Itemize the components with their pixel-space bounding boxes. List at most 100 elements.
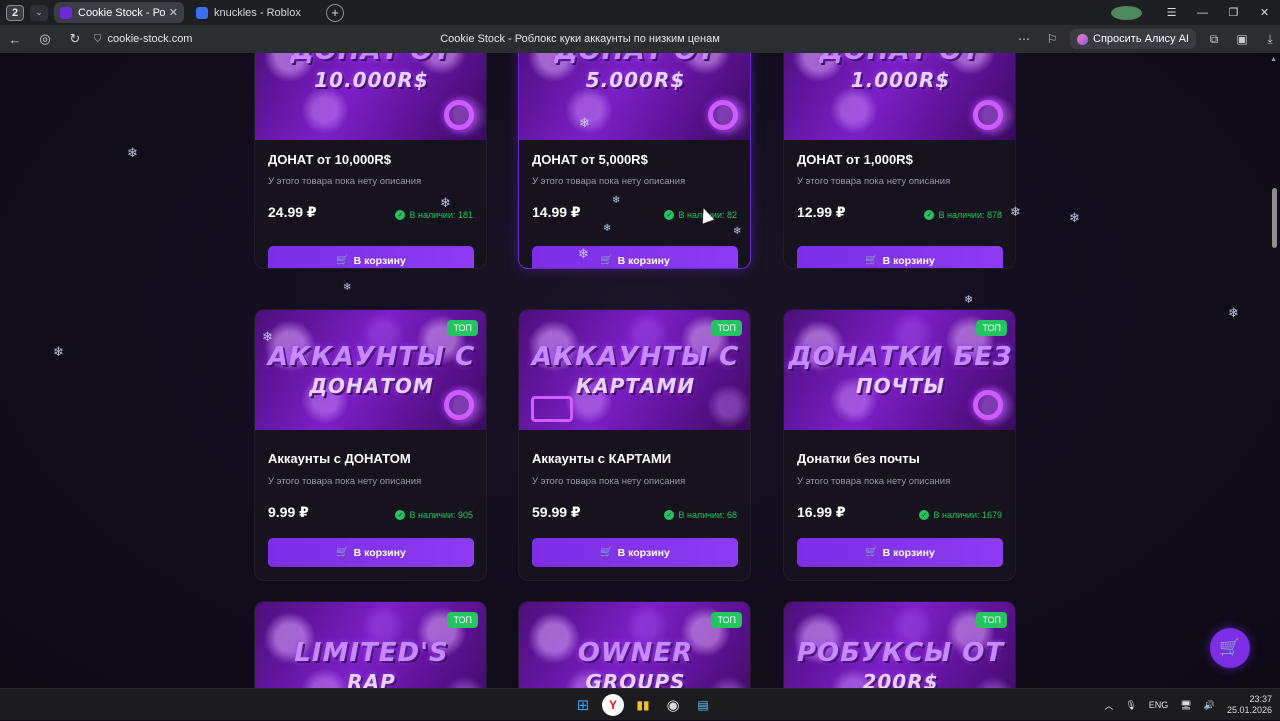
product-card[interactable]: ДОНАТ ОТ 10.000R$ ДОНАТ от 10,000R$ У эт… <box>254 53 487 269</box>
scrollbar-thumb[interactable] <box>1272 188 1277 248</box>
product-description: У этого товара пока нету описания <box>268 176 422 187</box>
banner-line-1: ДОНАТ ОТ <box>255 53 486 66</box>
product-banner: ДОНАТ ОТ 10.000R$ <box>255 53 486 140</box>
robux-icon <box>444 390 474 420</box>
more-icon[interactable]: ⋯ <box>1014 32 1034 46</box>
product-banner: АККАУНТЫ С КАРТАМИ ТОП <box>519 310 750 430</box>
close-window-icon[interactable]: ✕ <box>1249 6 1280 19</box>
tab-title: Cookie Stock - Роблокс <box>78 6 165 19</box>
window-controls: ☰ — ❐ ✕ <box>1111 0 1280 25</box>
check-icon: ✓ <box>664 210 675 220</box>
banner-line-1: ДОНАТКИ БЕЗ <box>788 342 1013 372</box>
collections-icon[interactable]: ▣ <box>1232 32 1252 46</box>
back-arrow-icon[interactable]: ← <box>0 32 30 47</box>
product-price: 59.99 ₽ <box>532 504 581 520</box>
address-bar-actions: ⋯ ⚐ Спросить Алису AI ⧉ ▣ ⤓ <box>1014 25 1280 53</box>
yandex-browser-icon[interactable]: Y <box>602 694 624 716</box>
reload-icon[interactable]: ↻ <box>60 31 90 47</box>
cart-icon: 🛒 <box>600 255 613 266</box>
page-scrollbar[interactable] <box>1272 58 1277 688</box>
product-card[interactable]: ДОНАТКИ БЕЗ ПОЧТЫ ТОП Донатки без почты … <box>783 309 1016 581</box>
notepad-icon[interactable]: ▤ <box>692 694 714 716</box>
profile-avatar[interactable] <box>1111 5 1142 20</box>
restore-icon[interactable]: ❐ <box>1218 6 1249 19</box>
product-price: 16.99 ₽ <box>797 504 846 520</box>
language-indicator[interactable]: ENG <box>1149 700 1169 710</box>
clock[interactable]: 23:37 25.01.2026 <box>1227 694 1272 716</box>
banner-line-1: OWNER <box>577 638 694 668</box>
tabs-dropdown-icon[interactable]: ⌄ <box>30 4 48 21</box>
menu-icon[interactable]: ☰ <box>1156 6 1187 19</box>
product-card[interactable]: OWNER GROUPS ТОП <box>518 601 751 688</box>
tab-count-button[interactable]: 2 <box>6 4 24 21</box>
browser-tab-strip: 2 ⌄ Cookie Stock - Роблокс ✕ knuckles - … <box>0 0 1280 25</box>
robux-icon <box>973 100 1003 130</box>
tab-cookie-stock[interactable]: Cookie Stock - Роблокс ✕ <box>54 2 184 23</box>
new-tab-button[interactable]: + <box>326 3 344 22</box>
top-badge: ТОП <box>976 612 1007 628</box>
product-description: У этого товара пока нету описания <box>268 476 422 487</box>
robux-icon <box>444 100 474 130</box>
add-to-cart-button[interactable]: 🛒 В корзину <box>532 538 738 567</box>
app-bars-icon[interactable]: ▮▮ <box>632 694 654 716</box>
microphone-icon[interactable]: 🎙 <box>1125 700 1136 711</box>
windows-start-icon[interactable]: ⊞ <box>572 694 594 716</box>
lock-icon: ⛉ <box>94 33 102 45</box>
tab-roblox[interactable]: knuckles - Roblox <box>190 2 318 23</box>
obs-icon[interactable]: ◉ <box>662 694 684 716</box>
snowflake-icon: ❄ <box>1069 210 1080 225</box>
top-badge: ТОП <box>447 320 478 336</box>
stock-status: ✓ В наличии: 68 <box>664 510 737 520</box>
system-tray: ︿ 🎙 ENG 🖥 🔊 23:37 25.01.2026 <box>1104 689 1272 721</box>
product-price: 14.99 ₽ <box>532 204 581 220</box>
minimize-icon[interactable]: — <box>1187 7 1218 19</box>
volume-icon[interactable]: 🔊 <box>1204 700 1215 711</box>
button-label: В корзину <box>882 254 935 267</box>
time: 23:37 <box>1249 694 1272 704</box>
button-label: В корзину <box>617 254 670 267</box>
add-to-cart-button[interactable]: 🛒 В корзину <box>268 246 474 268</box>
floating-cart-button[interactable]: 🛒 <box>1210 628 1250 668</box>
product-title: Аккаунты с КАРТАМИ <box>532 451 672 466</box>
taskbar-apps: ⊞ Y ▮▮ ◉ ▤ <box>572 694 714 716</box>
top-badge: ТОП <box>711 320 742 336</box>
product-card[interactable]: РОБУКСЫ ОТ 200R$ ТОП <box>783 601 1016 688</box>
bookmark-icon[interactable]: ⚐ <box>1042 32 1062 46</box>
product-card[interactable]: АККАУНТЫ С ДОНАТОМ ТОП Аккаунты с ДОНАТО… <box>254 309 487 581</box>
product-title: Аккаунты с ДОНАТОМ <box>268 451 411 466</box>
stock-status: ✓ В наличии: 1679 <box>919 510 1002 520</box>
snowflake-icon: ❄ <box>603 223 612 234</box>
check-icon: ✓ <box>395 510 406 520</box>
url-text: cookie-stock.com <box>107 33 193 45</box>
product-card[interactable]: ДОНАТ ОТ 1.000R$ ДОНАТ от 1,000R$ У этог… <box>783 53 1016 269</box>
tray-chevron-icon[interactable]: ︿ <box>1104 699 1113 712</box>
add-to-cart-button[interactable]: 🛒 В корзину <box>268 538 474 567</box>
product-price: 12.99 ₽ <box>797 204 846 220</box>
close-tab-icon[interactable]: ✕ <box>169 6 178 19</box>
banner-line-2: 200R$ <box>862 670 939 688</box>
top-badge: ТОП <box>711 612 742 628</box>
snowflake-icon: ❄ <box>1010 204 1021 219</box>
product-banner: РОБУКСЫ ОТ 200R$ ТОП <box>784 602 1015 688</box>
network-icon[interactable]: 🖥 <box>1180 700 1191 711</box>
add-to-cart-button[interactable]: 🛒 В корзину <box>532 246 738 268</box>
product-card[interactable]: LIMITED'S RAP ТОП <box>254 601 487 688</box>
stock-text: В наличии: 878 <box>938 210 1002 220</box>
protect-icon[interactable]: ◎ <box>30 31 60 47</box>
banner-line-1: АККАУНТЫ С <box>267 342 476 372</box>
snowflake-icon: ❄ <box>127 145 138 160</box>
address-bar: ← ◎ ↻ ⛉ cookie-stock.com Cookie Stock - … <box>0 25 1280 53</box>
add-to-cart-button[interactable]: 🛒 В корзину <box>797 538 1003 567</box>
product-title: ДОНАТ от 1,000R$ <box>797 152 913 167</box>
banner-line-1: ДОНАТ ОТ <box>784 53 1015 66</box>
product-card[interactable]: ДОНАТ ОТ 5.000R$ ДОНАТ от 5,000R$ У этог… <box>518 53 751 269</box>
url-field[interactable]: ⛉ cookie-stock.com <box>94 33 192 45</box>
cart-icon: 🛒 <box>336 547 349 558</box>
button-label: В корзину <box>882 546 935 559</box>
add-to-cart-button[interactable]: 🛒 В корзину <box>797 246 1003 268</box>
ask-alice-button[interactable]: Спросить Алису AI <box>1070 29 1196 49</box>
downloads-icon[interactable]: ⤓ <box>1260 32 1280 47</box>
extensions-icon[interactable]: ⧉ <box>1204 32 1224 47</box>
stock-text: В наличии: 181 <box>409 210 473 220</box>
product-card[interactable]: АККАУНТЫ С КАРТАМИ ТОП Аккаунты с КАРТАМ… <box>518 309 751 581</box>
